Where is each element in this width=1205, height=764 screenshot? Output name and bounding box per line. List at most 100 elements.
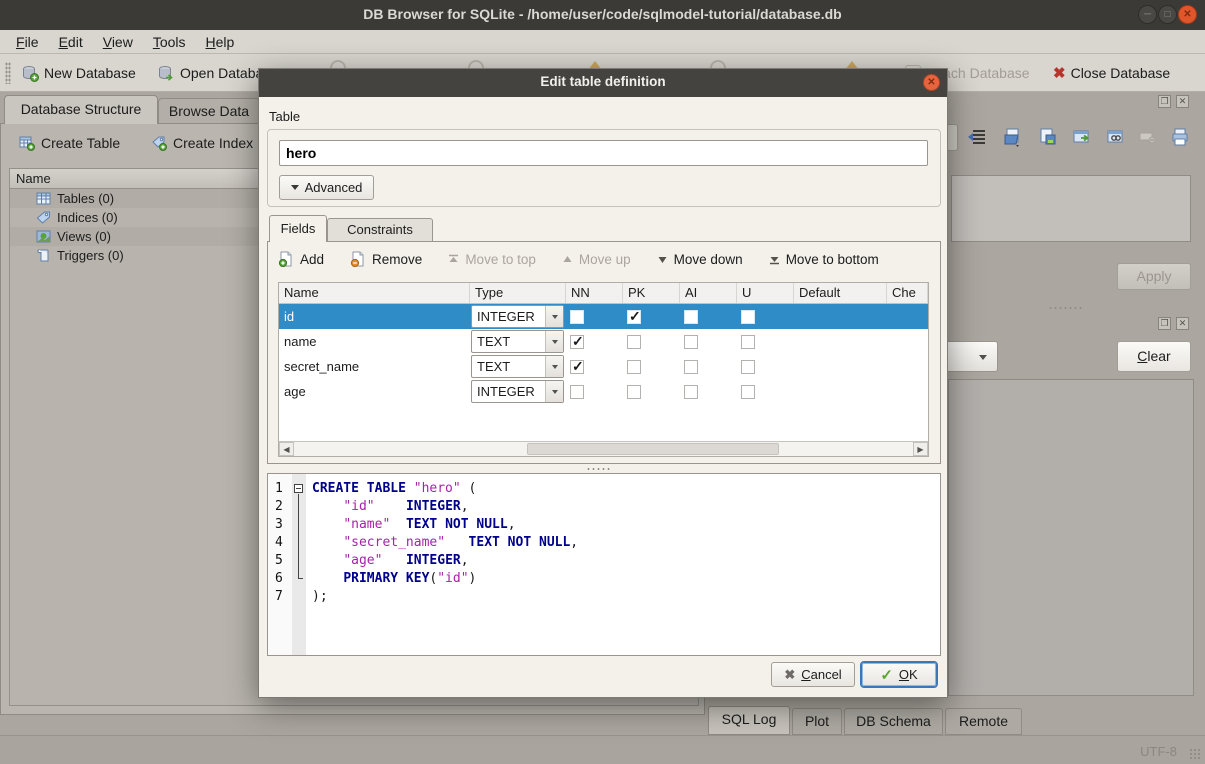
- menu-edit[interactable]: Edit: [49, 32, 93, 52]
- apply-button[interactable]: Apply: [1117, 263, 1191, 290]
- clear-button[interactable]: Clear: [1117, 341, 1191, 372]
- create-table-button[interactable]: Create Table: [19, 135, 120, 151]
- log-filter-dropdown[interactable]: [941, 341, 998, 372]
- table-name-input[interactable]: [279, 140, 928, 166]
- scroll-left-icon[interactable]: ◀: [279, 442, 294, 456]
- add-field-button[interactable]: Add: [278, 251, 324, 267]
- grid-header-che[interactable]: Che: [887, 283, 928, 303]
- resize-grip[interactable]: [1189, 748, 1201, 760]
- import-file-icon[interactable]: [1003, 127, 1023, 147]
- set-null-icon[interactable]: [1138, 127, 1158, 147]
- field-name-cell[interactable]: name: [279, 329, 470, 354]
- new-database-button[interactable]: New Database: [22, 61, 136, 85]
- ok-button[interactable]: ✓OK: [861, 662, 937, 687]
- move-to-top-button[interactable]: Move to top: [448, 252, 536, 267]
- save-file-icon[interactable]: [1038, 127, 1058, 147]
- grid-hscrollbar[interactable]: ◀ ▶: [279, 441, 928, 456]
- field-row-id[interactable]: idINTEGER: [279, 304, 928, 329]
- type-dropdown[interactable]: TEXT: [471, 330, 564, 353]
- pk-checkbox[interactable]: [627, 385, 641, 399]
- close-database-button[interactable]: ✖ Close Database: [1053, 61, 1170, 85]
- u-checkbox[interactable]: [741, 385, 755, 399]
- type-dropdown[interactable]: INTEGER: [471, 380, 564, 403]
- dock-float-icon[interactable]: ❐: [1158, 317, 1171, 330]
- link-icon[interactable]: [1106, 127, 1126, 147]
- toolbar-grip[interactable]: [5, 62, 11, 84]
- bottom-tab-sql-log[interactable]: SQL Log: [708, 706, 790, 735]
- default-cell[interactable]: [794, 329, 887, 354]
- ai-checkbox[interactable]: [684, 385, 698, 399]
- ai-checkbox[interactable]: [684, 360, 698, 374]
- fold-marker-icon[interactable]: [294, 484, 303, 493]
- tab-fields[interactable]: Fields: [269, 215, 327, 242]
- check-cell[interactable]: [887, 354, 928, 379]
- titlebar[interactable]: DB Browser for SQLite - /home/user/code/…: [0, 0, 1205, 30]
- nn-checkbox[interactable]: [570, 335, 584, 349]
- menu-help[interactable]: Help: [196, 32, 245, 52]
- dock-close-icon[interactable]: ✕: [1176, 95, 1189, 108]
- u-checkbox[interactable]: [741, 360, 755, 374]
- field-name-cell[interactable]: secret_name: [279, 354, 470, 379]
- type-dropdown[interactable]: INTEGER: [471, 305, 564, 328]
- close-icon[interactable]: ✕: [1178, 5, 1197, 24]
- check-cell[interactable]: [887, 329, 928, 354]
- menu-file[interactable]: File: [6, 32, 49, 52]
- ai-checkbox[interactable]: [684, 310, 698, 324]
- check-cell[interactable]: [887, 304, 928, 329]
- default-cell[interactable]: [794, 379, 887, 404]
- grid-header-default[interactable]: Default: [794, 283, 887, 303]
- scrollbar-thumb[interactable]: [527, 443, 779, 455]
- default-cell[interactable]: [794, 354, 887, 379]
- pk-checkbox[interactable]: [627, 360, 641, 374]
- nn-checkbox[interactable]: [570, 310, 584, 324]
- dialog-titlebar[interactable]: Edit table definition ✕: [259, 69, 947, 97]
- ai-checkbox[interactable]: [684, 335, 698, 349]
- cancel-button[interactable]: ✖Cancel: [771, 662, 855, 687]
- tab-constraints[interactable]: Constraints: [327, 218, 433, 242]
- field-name-cell[interactable]: age: [279, 379, 470, 404]
- u-checkbox[interactable]: [741, 335, 755, 349]
- pk-checkbox[interactable]: [627, 310, 641, 324]
- move-up-button[interactable]: Move up: [562, 252, 631, 267]
- print-icon[interactable]: [1170, 127, 1190, 147]
- dock-float-icon[interactable]: ❐: [1158, 95, 1171, 108]
- dialog-splitter[interactable]: [586, 467, 612, 471]
- dialog-close-icon[interactable]: ✕: [923, 74, 940, 91]
- maximize-icon[interactable]: □: [1158, 5, 1177, 24]
- field-row-secret_name[interactable]: secret_nameTEXT: [279, 354, 928, 379]
- u-checkbox[interactable]: [741, 310, 755, 324]
- cell-editor-textarea[interactable]: [951, 175, 1191, 242]
- field-row-age[interactable]: ageINTEGER: [279, 379, 928, 404]
- grid-header-u[interactable]: U: [737, 283, 794, 303]
- move-to-bottom-button[interactable]: Move to bottom: [769, 252, 879, 267]
- default-cell[interactable]: [794, 304, 887, 329]
- bottom-tab-plot[interactable]: Plot: [792, 708, 842, 735]
- scroll-right-icon[interactable]: ▶: [913, 442, 928, 456]
- grid-header-name[interactable]: Name: [279, 283, 470, 303]
- nn-checkbox[interactable]: [570, 360, 584, 374]
- dock-splitter[interactable]: [1048, 306, 1084, 310]
- field-name-cell[interactable]: id: [279, 304, 470, 329]
- sql-log-list[interactable]: [948, 379, 1194, 696]
- create-index-button[interactable]: Create Index: [151, 135, 253, 151]
- tab-browse-data[interactable]: Browse Data: [158, 98, 260, 124]
- grid-header-ai[interactable]: AI: [680, 283, 737, 303]
- grid-header-pk[interactable]: PK: [623, 283, 680, 303]
- export-icon[interactable]: [1072, 127, 1092, 147]
- tab-database-structure[interactable]: Database Structure: [4, 95, 158, 124]
- pk-checkbox[interactable]: [627, 335, 641, 349]
- advanced-button[interactable]: Advanced: [279, 175, 374, 200]
- menu-tools[interactable]: Tools: [143, 32, 196, 52]
- text-mode-icon[interactable]: [967, 127, 987, 147]
- bottom-tab-remote[interactable]: Remote: [945, 708, 1022, 735]
- sql-preview[interactable]: 1234567 CREATE TABLE "hero" ( "id" INTEG…: [267, 473, 941, 656]
- grid-header-type[interactable]: Type: [470, 283, 566, 303]
- bottom-tab-db-schema[interactable]: DB Schema: [844, 708, 943, 735]
- minimize-icon[interactable]: ─: [1138, 5, 1157, 24]
- check-cell[interactable]: [887, 379, 928, 404]
- field-row-name[interactable]: nameTEXT: [279, 329, 928, 354]
- remove-field-button[interactable]: Remove: [350, 251, 422, 267]
- move-down-button[interactable]: Move down: [657, 252, 743, 267]
- dock-close-icon[interactable]: ✕: [1176, 317, 1189, 330]
- nn-checkbox[interactable]: [570, 385, 584, 399]
